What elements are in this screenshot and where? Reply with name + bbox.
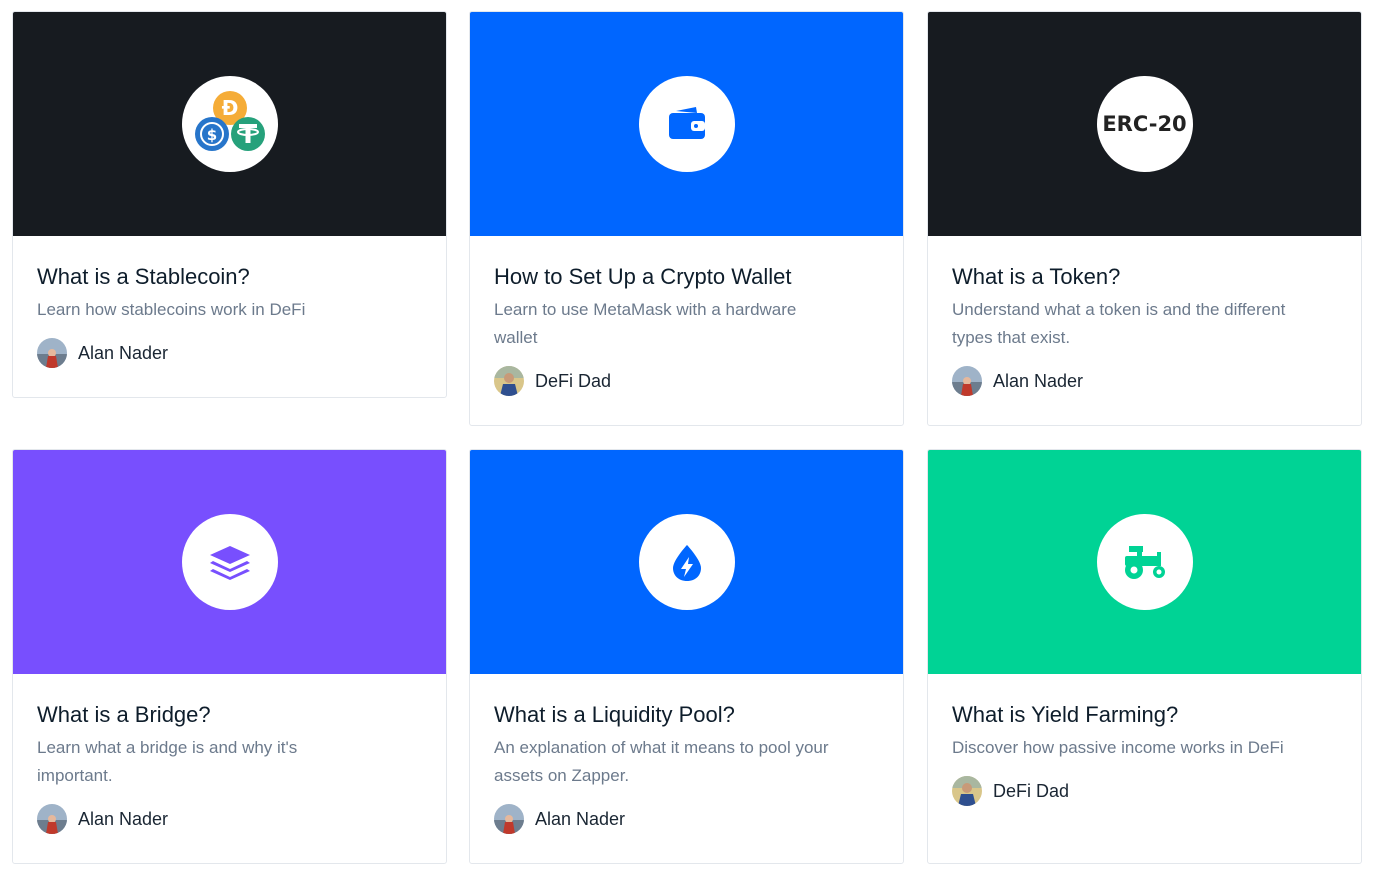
article-card-crypto-wallet[interactable]: How to Set Up a Crypto Wallet Learn to u… xyxy=(469,11,904,426)
card-banner: Đ $ xyxy=(13,12,446,236)
avatar xyxy=(494,804,524,834)
card-author: DeFi Dad xyxy=(952,776,1337,806)
layers-icon xyxy=(181,514,278,610)
avatar xyxy=(952,366,982,396)
card-banner xyxy=(13,450,446,674)
wallet-icon xyxy=(638,76,735,172)
svg-text:$: $ xyxy=(206,126,216,144)
card-banner xyxy=(470,12,903,236)
article-card-yield-farming[interactable]: What is Yield Farming? Discover how pass… xyxy=(927,449,1362,864)
author-name: Alan Nader xyxy=(993,370,1084,391)
article-card-liquidity-pool[interactable]: What is a Liquidity Pool? An explanation… xyxy=(469,449,904,864)
author-name: DeFi Dad xyxy=(535,370,612,391)
card-author: Alan Nader xyxy=(37,804,422,834)
card-author: Alan Nader xyxy=(952,366,1337,396)
stablecoins-icon: Đ $ xyxy=(181,76,278,172)
card-title[interactable]: What is a Liquidity Pool? xyxy=(494,700,879,730)
erc20-label: ERC-20 xyxy=(1102,112,1187,136)
svg-text:Đ: Đ xyxy=(221,96,238,120)
card-description: Discover how passive income works in DeF… xyxy=(952,738,1284,757)
card-banner xyxy=(470,450,903,674)
card-description: Learn what a bridge is and why it's impo… xyxy=(37,738,298,785)
author-name: Alan Nader xyxy=(78,342,169,363)
article-card-stablecoin[interactable]: Đ $ What is a Stablecoin? Learn how stab… xyxy=(12,11,447,398)
card-author: Alan Nader xyxy=(37,338,422,368)
card-description: Learn how stablecoins work in DeFi xyxy=(37,300,306,319)
card-description: Understand what a token is and the diffe… xyxy=(952,300,1286,347)
card-description: Learn to use MetaMask with a hardware wa… xyxy=(494,300,797,347)
card-banner: ERC-20 xyxy=(928,12,1361,236)
avatar xyxy=(952,776,982,806)
card-author: DeFi Dad xyxy=(494,366,879,396)
author-name: Alan Nader xyxy=(78,808,169,829)
author-name: Alan Nader xyxy=(535,808,626,829)
author-name: DeFi Dad xyxy=(993,780,1070,801)
card-title[interactable]: What is a Bridge? xyxy=(37,700,422,730)
card-title[interactable]: What is a Token? xyxy=(952,262,1337,292)
card-author: Alan Nader xyxy=(494,804,879,834)
article-card-bridge[interactable]: What is a Bridge? Learn what a bridge is… xyxy=(12,449,447,864)
card-banner xyxy=(928,450,1361,674)
card-title[interactable]: How to Set Up a Crypto Wallet xyxy=(494,262,879,292)
avatar xyxy=(494,366,524,396)
avatar xyxy=(37,804,67,834)
tractor-icon xyxy=(1096,514,1193,610)
card-description: An explanation of what it means to pool … xyxy=(494,738,829,785)
erc20-icon: ERC-20 xyxy=(1096,76,1193,172)
avatar xyxy=(37,338,67,368)
card-title[interactable]: What is a Stablecoin? xyxy=(37,262,422,292)
article-card-token[interactable]: ERC-20 What is a Token? Understand what … xyxy=(927,11,1362,426)
droplet-bolt-icon xyxy=(638,514,735,610)
card-title[interactable]: What is Yield Farming? xyxy=(952,700,1337,730)
